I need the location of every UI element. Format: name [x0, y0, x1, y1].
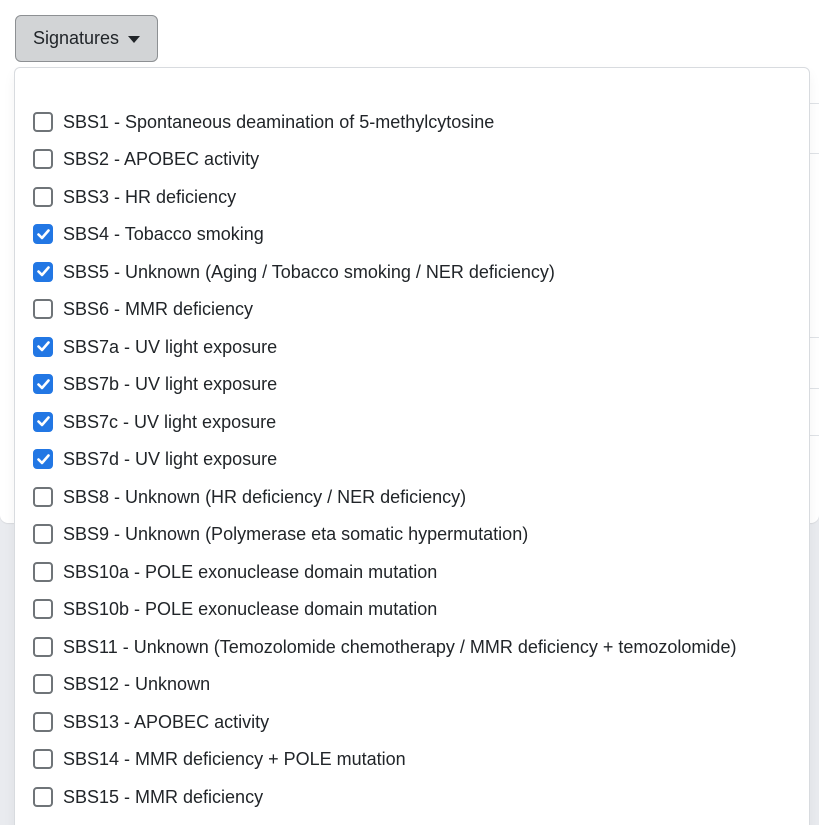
signature-label: SBS8 - Unknown (HR deficiency / NER defi… [63, 488, 466, 506]
signature-label: SBS4 - Tobacco smoking [63, 225, 264, 243]
signature-label: SBS12 - Unknown [63, 675, 210, 693]
signature-checkbox[interactable] [33, 374, 53, 394]
signature-checkbox[interactable] [33, 224, 53, 244]
signature-label: SBS3 - HR deficiency [63, 188, 236, 206]
checkmark-icon [37, 416, 50, 427]
signature-checkbox[interactable] [33, 749, 53, 769]
signature-option-row[interactable]: SBS7c - UV light exposure [15, 403, 809, 441]
checkmark-icon [37, 341, 50, 352]
checkmark-icon [37, 229, 50, 240]
signature-option-row[interactable]: SBS10b - POLE exonuclease domain mutatio… [15, 591, 809, 629]
signature-option-row[interactable]: SBS10a - POLE exonuclease domain mutatio… [15, 553, 809, 591]
signature-checkbox[interactable] [33, 637, 53, 657]
signature-checkbox[interactable] [33, 299, 53, 319]
signature-option-row[interactable]: SBS11 - Unknown (Temozolomide chemothera… [15, 628, 809, 666]
checkmark-icon [37, 266, 50, 277]
signature-option-row[interactable]: SBS12 - Unknown [15, 666, 809, 704]
signature-checkbox[interactable] [33, 787, 53, 807]
signature-checkbox[interactable] [33, 562, 53, 582]
signature-label: SBS15 - MMR deficiency [63, 788, 263, 806]
signature-checkbox[interactable] [33, 112, 53, 132]
signature-label: SBS2 - APOBEC activity [63, 150, 259, 168]
signature-checkbox[interactable] [33, 674, 53, 694]
caret-down-icon [128, 36, 140, 43]
signature-checkbox[interactable] [33, 149, 53, 169]
signature-option-row[interactable]: SBS8 - Unknown (HR deficiency / NER defi… [15, 478, 809, 516]
signature-option-row[interactable]: SBS2 - APOBEC activity [15, 141, 809, 179]
signature-option-row[interactable]: SBS7a - UV light exposure [15, 328, 809, 366]
checkmark-icon [37, 379, 50, 390]
signature-label: SBS13 - APOBEC activity [63, 713, 269, 731]
signature-option-row[interactable]: SBS15 - MMR deficiency [15, 778, 809, 816]
signature-label: SBS7d - UV light exposure [63, 450, 277, 468]
signature-option-row[interactable]: SBS9 - Unknown (Polymerase eta somatic h… [15, 516, 809, 554]
signature-checkbox[interactable] [33, 187, 53, 207]
signature-option-row[interactable]: SBS3 - HR deficiency [15, 178, 809, 216]
signatures-list: SBS1 - Spontaneous deamination of 5-meth… [15, 68, 809, 816]
signature-label: SBS7b - UV light exposure [63, 375, 277, 393]
signature-option-row[interactable]: SBS4 - Tobacco smoking [15, 216, 809, 254]
signature-checkbox[interactable] [33, 524, 53, 544]
signatures-button-label: Signatures [33, 28, 119, 49]
signature-label: SBS7c - UV light exposure [63, 413, 276, 431]
signature-checkbox[interactable] [33, 487, 53, 507]
signatures-dropdown-button[interactable]: Signatures [15, 15, 158, 62]
signature-label: SBS6 - MMR deficiency [63, 300, 253, 318]
signature-checkbox[interactable] [33, 712, 53, 732]
signature-label: SBS9 - Unknown (Polymerase eta somatic h… [63, 525, 528, 543]
signature-option-row[interactable]: SBS7b - UV light exposure [15, 366, 809, 404]
page: Signatures SBS1 - Spontaneous deaminatio… [0, 0, 819, 825]
signature-checkbox[interactable] [33, 337, 53, 357]
signature-option-row[interactable]: SBS5 - Unknown (Aging / Tobacco smoking … [15, 253, 809, 291]
signature-option-row[interactable]: SBS1 - Spontaneous deamination of 5-meth… [15, 103, 809, 141]
signature-label: SBS10a - POLE exonuclease domain mutatio… [63, 563, 437, 581]
signature-label: SBS10b - POLE exonuclease domain mutatio… [63, 600, 437, 618]
signature-option-row[interactable]: SBS6 - MMR deficiency [15, 291, 809, 329]
signature-label: SBS1 - Spontaneous deamination of 5-meth… [63, 113, 494, 131]
signature-option-row[interactable]: SBS7d - UV light exposure [15, 441, 809, 479]
signature-label: SBS7a - UV light exposure [63, 338, 277, 356]
signatures-dropdown-menu: SBS1 - Spontaneous deamination of 5-meth… [14, 67, 810, 825]
signature-checkbox[interactable] [33, 412, 53, 432]
checkmark-icon [37, 454, 50, 465]
signature-option-row[interactable]: SBS14 - MMR deficiency + POLE mutation [15, 741, 809, 779]
signature-option-row[interactable]: SBS13 - APOBEC activity [15, 703, 809, 741]
signature-checkbox[interactable] [33, 449, 53, 469]
signature-checkbox[interactable] [33, 262, 53, 282]
signature-label: SBS11 - Unknown (Temozolomide chemothera… [63, 638, 736, 656]
signature-label: SBS14 - MMR deficiency + POLE mutation [63, 750, 406, 768]
signature-checkbox[interactable] [33, 599, 53, 619]
signature-label: SBS5 - Unknown (Aging / Tobacco smoking … [63, 263, 555, 281]
